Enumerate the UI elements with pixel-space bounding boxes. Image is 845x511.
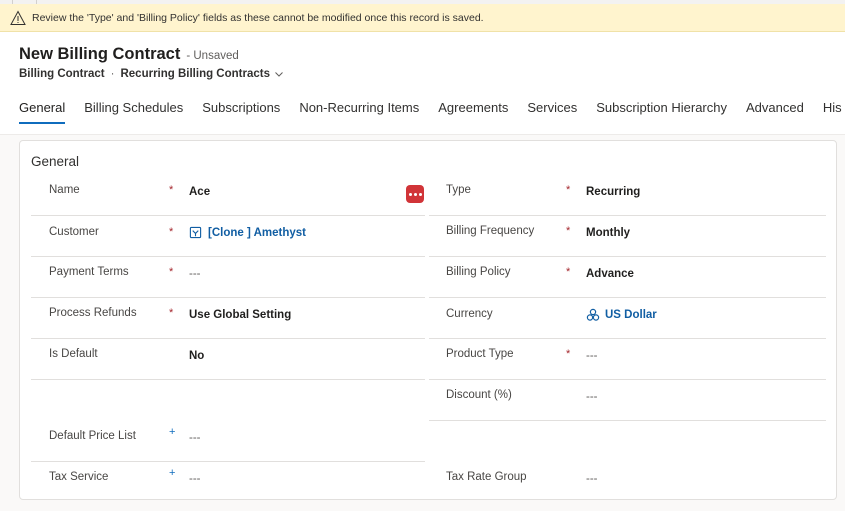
field-customer: Customer * [Clone ] Amethyst	[49, 226, 419, 266]
field-product-type: Product Type * ---	[446, 348, 826, 388]
recommended-indicator: +	[169, 426, 176, 438]
row-divider	[429, 379, 826, 380]
field-label: Default Price List	[49, 430, 136, 442]
more-options-button[interactable]	[406, 185, 424, 203]
discount-input[interactable]: ---	[586, 391, 598, 403]
field-label: Currency	[446, 308, 493, 320]
tab-non-recurring-items[interactable]: Non-Recurring Items	[299, 100, 419, 124]
field-label: Product Type	[446, 348, 514, 360]
billing-frequency-select[interactable]: Monthly	[586, 227, 630, 239]
field-type: Type * Recurring	[446, 184, 826, 224]
default-price-list-lookup[interactable]: ---	[189, 432, 201, 444]
required-indicator: *	[566, 184, 571, 196]
dot-glyph	[413, 192, 417, 196]
tab-advanced[interactable]: Advanced	[746, 100, 804, 124]
required-indicator: *	[169, 307, 174, 319]
recommended-indicator: +	[169, 467, 176, 479]
required-indicator: *	[169, 226, 174, 238]
tab-list: General Billing Schedules Subscriptions …	[19, 100, 845, 124]
field-process-refunds: Process Refunds * Use Global Setting	[49, 307, 419, 347]
field-label: Tax Service	[49, 471, 109, 483]
field-billing-policy: Billing Policy * Advance	[446, 266, 826, 306]
field-label: Tax Rate Group	[446, 471, 527, 483]
general-section: General Name * Ace Customer * [Clone ] A…	[19, 140, 837, 500]
chevron-down-icon[interactable]	[274, 69, 284, 79]
tab-billing-schedules[interactable]: Billing Schedules	[84, 100, 183, 124]
required-indicator: *	[169, 266, 174, 278]
field-default-price-list: Default Price List + ---	[49, 426, 419, 470]
product-type-select[interactable]: ---	[586, 350, 598, 362]
warning-icon	[10, 9, 26, 25]
type-select[interactable]: Recurring	[586, 186, 640, 198]
dot-glyph	[408, 192, 412, 196]
row-divider	[429, 420, 826, 421]
breadcrumb: Billing Contract · Recurring Billing Con…	[19, 68, 284, 80]
currency-lookup-value: US Dollar	[605, 309, 657, 321]
row-divider	[31, 338, 425, 339]
section-title: General	[31, 154, 80, 169]
notification-message: Review the 'Type' and 'Billing Policy' f…	[32, 11, 484, 24]
row-divider	[429, 256, 826, 257]
field-label: Type	[446, 184, 471, 196]
row-divider	[31, 256, 425, 257]
tab-subscription-hierarchy[interactable]: Subscription Hierarchy	[596, 100, 727, 124]
field-tax-service: Tax Service + ---	[49, 467, 419, 511]
field-label: Payment Terms	[49, 266, 129, 278]
field-label: Billing Policy	[446, 266, 511, 278]
field-currency: Currency US Dollar	[446, 308, 826, 348]
row-divider	[429, 297, 826, 298]
field-label: Billing Frequency	[446, 225, 535, 237]
page-title: New Billing Contract	[19, 45, 181, 63]
tax-rate-group-lookup[interactable]: ---	[586, 473, 598, 485]
is-default-toggle[interactable]: No	[189, 350, 204, 362]
field-label: Is Default	[49, 348, 98, 360]
field-discount: Discount (%) ---	[446, 389, 826, 429]
required-indicator: *	[566, 266, 571, 278]
field-label: Discount (%)	[446, 389, 512, 401]
dot-glyph	[418, 192, 422, 196]
field-is-default: Is Default No	[49, 348, 419, 388]
row-divider	[31, 215, 425, 216]
row-divider	[31, 297, 425, 298]
field-payment-terms: Payment Terms * ---	[49, 266, 419, 306]
entity-name: Billing Contract	[19, 68, 105, 80]
field-billing-frequency: Billing Frequency * Monthly	[446, 225, 826, 265]
required-indicator: *	[566, 225, 571, 237]
currency-icon	[586, 308, 600, 321]
name-input[interactable]: Ace	[189, 186, 210, 198]
account-icon	[189, 226, 202, 239]
currency-lookup[interactable]: US Dollar	[586, 308, 657, 322]
form-selector[interactable]: Recurring Billing Contracts	[120, 68, 270, 80]
customer-lookup[interactable]: [Clone ] Amethyst	[189, 226, 306, 239]
payment-terms-input[interactable]: ---	[189, 268, 201, 280]
breadcrumb-separator: ·	[110, 68, 115, 80]
field-tax-rate-group: Tax Rate Group ---	[446, 471, 826, 511]
row-divider	[31, 461, 425, 462]
tax-service-lookup[interactable]: ---	[189, 473, 201, 485]
title-row: New Billing Contract - Unsaved	[19, 45, 239, 64]
customer-lookup-value: [Clone ] Amethyst	[208, 226, 306, 239]
tab-history[interactable]: His	[823, 100, 842, 124]
row-divider	[429, 215, 826, 216]
field-label: Name	[49, 184, 80, 196]
form-body: General Name * Ace Customer * [Clone ] A…	[0, 135, 845, 500]
tab-general[interactable]: General	[19, 100, 66, 124]
row-divider	[429, 338, 826, 339]
notification-bar: Review the 'Type' and 'Billing Policy' f…	[0, 4, 845, 32]
required-indicator: *	[566, 348, 571, 360]
form-header: New Billing Contract - Unsaved Billing C…	[0, 32, 845, 135]
field-name: Name * Ace	[49, 184, 419, 224]
tab-services[interactable]: Services	[527, 100, 577, 124]
tab-agreements[interactable]: Agreements	[438, 100, 508, 124]
billing-policy-select[interactable]: Advance	[586, 268, 634, 280]
field-label: Process Refunds	[49, 307, 137, 319]
process-refunds-select[interactable]: Use Global Setting	[189, 309, 291, 321]
save-status: - Unsaved	[186, 50, 239, 62]
row-divider	[31, 379, 425, 380]
field-label: Customer	[49, 226, 99, 238]
required-indicator: *	[169, 184, 174, 196]
tab-subscriptions[interactable]: Subscriptions	[202, 100, 280, 124]
